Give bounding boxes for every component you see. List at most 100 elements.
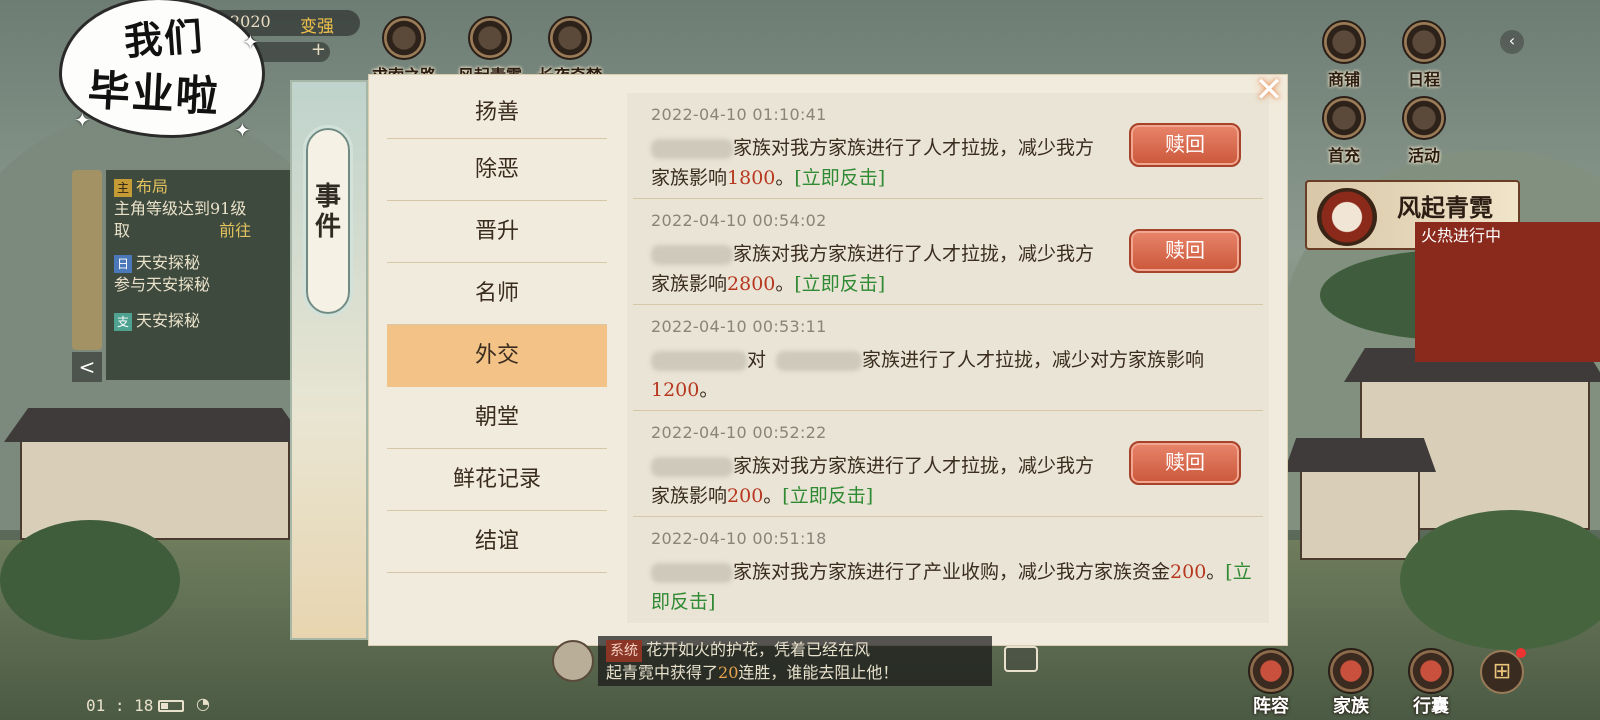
- sticker-text-line2: 毕业啦: [86, 65, 222, 122]
- bottom-icon-formation[interactable]: 阵容: [1236, 648, 1306, 718]
- chat-system-tag: 系统: [606, 640, 642, 662]
- chat-highlight: 20: [718, 663, 739, 682]
- quest-title: 天安探秘: [136, 311, 201, 330]
- sparkle-icon: ✦: [74, 108, 91, 132]
- event-number: 200: [1170, 561, 1207, 583]
- quest-go-link[interactable]: 前往: [219, 221, 251, 240]
- event-list[interactable]: 2022-04-10 01:10:41 家族对我方家族进行了人才拉拢，减少我方家…: [627, 93, 1269, 623]
- top-icon-shop[interactable]: 商铺: [1304, 20, 1384, 90]
- nav-item-mingshi[interactable]: 名师: [387, 263, 607, 325]
- collapse-arrow-icon[interactable]: ‹: [1500, 30, 1524, 54]
- drum-icon: [468, 16, 512, 60]
- event-message: 家族对我方家族进行了人才拉拢，减少我方家族影响2800。[立即反击]: [651, 239, 1111, 299]
- bottom-icon-label: 行囊: [1413, 696, 1449, 717]
- dialog-side-frame: 事 件: [290, 80, 368, 640]
- top-icon-activity[interactable]: 活动: [1384, 96, 1464, 166]
- counterattack-link[interactable]: [立即反击]: [794, 167, 885, 189]
- event-row: 2022-04-10 00:51:18 家族对我方家族进行了产业收购，减少我方家…: [633, 517, 1263, 623]
- quest-item[interactable]: 主布局 主角等级达到91级 取 前往: [114, 176, 288, 242]
- blurred-clan-name: [651, 563, 733, 583]
- nav-item-jinsheng[interactable]: 晋升: [387, 201, 607, 263]
- top-icon-label: 首充: [1327, 146, 1360, 165]
- event-number: 2800: [727, 273, 776, 295]
- event-message: 家族对我方家族进行了人才拉拢，减少我方家族影响200。[立即反击]: [651, 451, 1111, 511]
- event-row: 2022-04-10 00:53:11 对 家族进行了人才拉拢，减少对方家族影响 1…: [633, 305, 1263, 411]
- event-banner[interactable]: 风起青霓 火热进行中: [1305, 180, 1600, 362]
- nav-item-chue[interactable]: 除恶: [387, 139, 607, 201]
- event-time: 2022-04-10 01:10:41: [651, 105, 827, 124]
- camera-icon[interactable]: [1004, 646, 1038, 672]
- sparkle-icon: ✦: [242, 30, 259, 54]
- top-icon-first-charge[interactable]: 首充: [1304, 96, 1384, 166]
- top-icon-label: 商铺: [1327, 70, 1360, 89]
- quest-desc: 主角等级达到91级: [114, 199, 247, 218]
- redeem-button[interactable]: 赎回: [1129, 123, 1241, 167]
- dialog-title: 事 件: [303, 125, 353, 317]
- building-right-small: [1284, 438, 1436, 560]
- chat-line2-b: 连胜，谁能去阻止他！: [738, 663, 899, 682]
- dialog-title-char: 事: [314, 182, 341, 212]
- event-number: 1200: [651, 379, 700, 401]
- counterattack-link[interactable]: [立即反击]: [794, 273, 885, 295]
- formation-icon: [1248, 648, 1294, 694]
- redeem-button[interactable]: 赎回: [1129, 441, 1241, 485]
- add-resource-button[interactable]: +: [311, 39, 326, 60]
- banner-subtitle: 火热进行中: [1415, 222, 1600, 362]
- dialog-body: 扬善 除恶 晋升 名师 外交 朝堂 鲜花记录 结谊 2022-04-10 01:…: [368, 74, 1288, 646]
- bottom-icon-bag[interactable]: 行囊: [1396, 648, 1466, 718]
- quest-title: 布局: [136, 177, 169, 196]
- bag-icon: [1408, 648, 1454, 694]
- quest-list: 主布局 主角等级达到91级 取 前往 日天安探秘 参与天安探秘 支天安探秘: [106, 170, 296, 380]
- system-chat-message[interactable]: 系统 花开如火的护花，凭着已经在风 起青霓中获得了20连胜，谁能去阻止他！: [598, 636, 992, 686]
- chat-avatar[interactable]: [552, 640, 594, 682]
- scroll-icon: [382, 16, 426, 60]
- blurred-clan-name: [776, 351, 863, 371]
- moon-icon: [548, 16, 592, 60]
- top-icon-label: 活动: [1407, 146, 1440, 165]
- tree-left: [0, 520, 180, 640]
- chat-line1: 花开如火的护花，凭着已经在风: [646, 640, 871, 659]
- wifi-icon: ◔: [196, 694, 210, 713]
- nav-item-chaotang[interactable]: 朝堂: [387, 387, 607, 449]
- event-text-end: 。: [775, 273, 795, 295]
- counterattack-link[interactable]: [立即反击]: [782, 485, 873, 507]
- nav-item-jieyi[interactable]: 结谊: [387, 511, 607, 573]
- quest-tag: 日: [114, 255, 132, 273]
- event-time: 2022-04-10 00:51:18: [651, 529, 827, 548]
- event-number: 1800: [727, 167, 776, 189]
- top-icon-schedule[interactable]: 日程: [1384, 20, 1464, 90]
- bottom-icon-label: 家族: [1333, 696, 1369, 717]
- quest-item[interactable]: 支天安探秘: [114, 310, 288, 332]
- chat-line2-a: 起青霓中获得了: [606, 663, 719, 682]
- quest-collapse-button[interactable]: <: [72, 352, 102, 382]
- quest-tag: 支: [114, 313, 132, 331]
- quest-item[interactable]: 日天安探秘 参与天安探秘: [114, 252, 288, 296]
- status-clock: 01 : 18: [86, 696, 154, 715]
- nav-item-flower-records[interactable]: 鲜花记录: [387, 449, 607, 511]
- event-row: 2022-04-10 01:10:41 家族对我方家族进行了人才拉拢，减少我方家…: [633, 93, 1263, 199]
- event-text: 家族进行了人才拉拢，减少对方家族影响: [862, 349, 1205, 371]
- nav-item-yangshan[interactable]: 扬善: [387, 97, 607, 139]
- close-icon[interactable]: ✕: [1252, 73, 1286, 108]
- event-text: 家族对我方家族进行了产业收购，减少我方家族资金: [733, 561, 1171, 583]
- redeem-button[interactable]: 赎回: [1129, 229, 1241, 273]
- event-time: 2022-04-10 00:52:22: [651, 423, 827, 442]
- dialog-title-char: 件: [314, 212, 341, 242]
- first-charge-icon: [1322, 96, 1366, 140]
- blurred-clan-name: [651, 351, 747, 371]
- battery-icon: [158, 700, 184, 712]
- shop-icon: [1322, 20, 1366, 64]
- quest-tabs[interactable]: [72, 170, 102, 350]
- quest-tag: 主: [114, 179, 132, 197]
- power-up-button[interactable]: 变强: [300, 12, 334, 37]
- blurred-clan-name: [651, 245, 733, 265]
- quest-desc-tail: 取: [114, 221, 131, 240]
- top-icon-label: 日程: [1407, 70, 1440, 89]
- event-text-end: 。: [1206, 561, 1226, 583]
- quest-title: 天安探秘: [136, 253, 201, 272]
- event-message: 对 家族进行了人才拉拢，减少对方家族影响 1200。: [651, 345, 1261, 405]
- nav-item-waijiao[interactable]: 外交: [387, 325, 607, 387]
- event-text-end: 。: [763, 485, 783, 507]
- bottom-icon-clan[interactable]: 家族: [1316, 648, 1386, 718]
- event-text-pre: 对: [747, 349, 767, 371]
